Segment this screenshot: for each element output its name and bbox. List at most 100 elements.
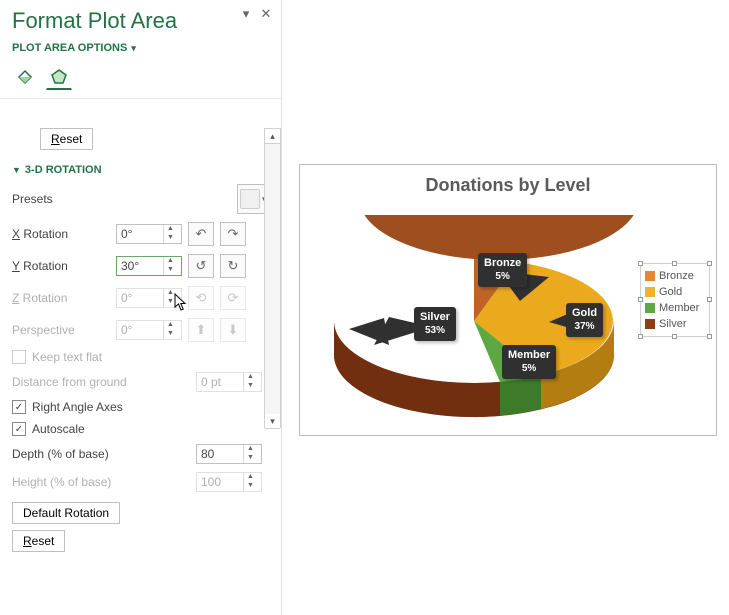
rotate-left-x-button[interactable]: ↶ (188, 222, 214, 246)
pie-chart[interactable]: Bronze 5% Gold 37% Member 5% Silver 53% (314, 215, 634, 415)
height-field (197, 473, 243, 491)
legend-item-silver[interactable]: Silver (645, 316, 705, 332)
legend-label: Member (659, 302, 699, 314)
legend-item-gold[interactable]: Gold (645, 284, 705, 300)
autoscale-row: Autoscale (12, 418, 273, 440)
spin-down-icon: ▼ (164, 298, 177, 307)
spin-up-icon: ▲ (164, 289, 177, 298)
y-rotation-label: Y Rotation (12, 259, 116, 273)
z-rotation-input: ▲▼ (116, 288, 182, 308)
legend-handle[interactable] (707, 297, 712, 302)
z-rotation-row: Z Rotation ▲▼ ⟲ ⟳ (12, 282, 273, 314)
legend-handle[interactable] (638, 297, 643, 302)
right-angle-axes-label: Right Angle Axes (32, 400, 123, 414)
legend-handle[interactable] (672, 261, 677, 266)
x-rotation-input[interactable]: ▲▼ (116, 224, 182, 244)
depth-field[interactable] (197, 445, 243, 463)
legend-swatch (645, 287, 655, 297)
datalabel-bronze[interactable]: Bronze 5% (478, 253, 527, 287)
right-angle-axes-checkbox[interactable] (12, 400, 26, 414)
chevron-down-icon: ▾ (131, 43, 136, 54)
x-rotation-label: X Rotation (12, 227, 116, 241)
legend-handle[interactable] (707, 334, 712, 339)
datalabel-silver-pct: 53% (420, 325, 450, 338)
depth-input[interactable]: ▲▼ (196, 444, 262, 464)
plot-area-options-label: PLOT AREA OPTIONS (12, 42, 127, 54)
perspective-label: Perspective (12, 323, 116, 337)
spin-up-icon[interactable]: ▲ (164, 257, 177, 266)
plot-area-options-dropdown[interactable]: PLOT AREA OPTIONS ▾ (0, 36, 281, 60)
collapse-triangle-icon: ▼ (12, 165, 21, 175)
legend-handle[interactable] (638, 334, 643, 339)
legend-label: Silver (659, 318, 687, 330)
legend-label: Bronze (659, 270, 694, 282)
scroll-down-button[interactable]: ▾ (265, 414, 280, 429)
depth-label: Depth (% of base) (12, 447, 196, 461)
datalabel-member-name: Member (508, 349, 550, 361)
legend-swatch (645, 271, 655, 281)
right-angle-axes-row: Right Angle Axes (12, 396, 273, 418)
pane-caret-icon[interactable]: ▾ (239, 6, 253, 20)
rotate-up-y-button[interactable]: ↺ (188, 254, 214, 278)
category-tabs (0, 60, 281, 99)
spin-up-icon[interactable]: ▲ (164, 225, 177, 234)
scroll-content: Reset ▼ 3-D ROTATION Presets ▾ X Rotatio… (12, 128, 273, 611)
datalabel-gold-pct: 37% (572, 321, 597, 334)
distance-from-ground-field (197, 373, 243, 391)
datalabel-silver-name: Silver (420, 311, 450, 323)
presets-label: Presets (12, 192, 116, 206)
datalabel-silver[interactable]: Silver 53% (414, 307, 456, 341)
x-rotation-row: X Rotation ▲▼ ↶ ↷ (12, 218, 273, 250)
effects-tab[interactable] (46, 64, 72, 90)
height-label: Height (% of base) (12, 475, 196, 489)
reset-button-bottom[interactable]: Reset (12, 530, 65, 552)
x-rotation-field[interactable] (117, 225, 163, 243)
spin-up-icon[interactable]: ▲ (244, 445, 257, 454)
datalabel-bronze-name: Bronze (484, 257, 521, 269)
spin-down-icon: ▼ (244, 382, 257, 391)
pane-close-icon[interactable]: ✕ (259, 6, 273, 20)
scroll-up-button[interactable]: ▴ (265, 129, 280, 144)
keep-text-flat-checkbox (12, 350, 26, 364)
legend-handle[interactable] (638, 261, 643, 266)
chart-title[interactable]: Donations by Level (300, 165, 716, 200)
legend-swatch (645, 303, 655, 313)
spin-down-icon[interactable]: ▼ (164, 266, 177, 275)
rotate-cw-z-button: ⟳ (220, 286, 246, 310)
legend-item-member[interactable]: Member (645, 300, 705, 316)
legend-handle[interactable] (672, 334, 677, 339)
spin-up-icon: ▲ (244, 473, 257, 482)
spin-down-icon[interactable]: ▼ (164, 234, 177, 243)
z-rotation-field (117, 289, 163, 307)
section-3d-rotation-label: 3-D ROTATION (25, 164, 102, 176)
y-rotation-input[interactable]: ▲▼ (116, 256, 182, 276)
datalabel-member-pct: 5% (508, 363, 550, 376)
presets-row: Presets ▾ (12, 180, 273, 218)
autoscale-label: Autoscale (32, 422, 85, 436)
autoscale-checkbox[interactable] (12, 422, 26, 436)
distance-from-ground-row: Distance from ground ▲▼ (12, 368, 273, 396)
datalabel-gold[interactable]: Gold 37% (566, 303, 603, 337)
chart-plot-area[interactable]: Donations by Level (299, 164, 717, 436)
preset-preview-icon (240, 189, 260, 209)
legend-handle[interactable] (707, 261, 712, 266)
section-3d-rotation[interactable]: ▼ 3-D ROTATION (12, 160, 273, 180)
reset-button-top[interactable]: Reset (40, 128, 93, 150)
perspective-field (117, 321, 163, 339)
chart-legend[interactable]: Bronze Gold Member Silver (640, 263, 710, 337)
legend-label: Gold (659, 286, 682, 298)
keep-text-flat-row: Keep text flat (12, 346, 273, 368)
rotate-down-y-button[interactable]: ↻ (220, 254, 246, 278)
datalabel-member[interactable]: Member 5% (502, 345, 556, 379)
rotate-right-x-button[interactable]: ↷ (220, 222, 246, 246)
fill-line-tab[interactable] (12, 64, 38, 90)
format-pane: Format Plot Area ▾ ✕ PLOT AREA OPTIONS ▾… (0, 0, 282, 615)
z-rotation-label: Z Rotation (12, 291, 116, 305)
pane-scrollbar[interactable]: ▴ ▾ (264, 128, 281, 428)
y-rotation-field[interactable] (117, 257, 163, 275)
datalabel-bronze-pct: 5% (484, 271, 521, 284)
legend-item-bronze[interactable]: Bronze (645, 268, 705, 284)
default-rotation-button[interactable]: Default Rotation (12, 502, 120, 524)
perspective-input: ▲▼ (116, 320, 182, 340)
spin-down-icon[interactable]: ▼ (244, 454, 257, 463)
